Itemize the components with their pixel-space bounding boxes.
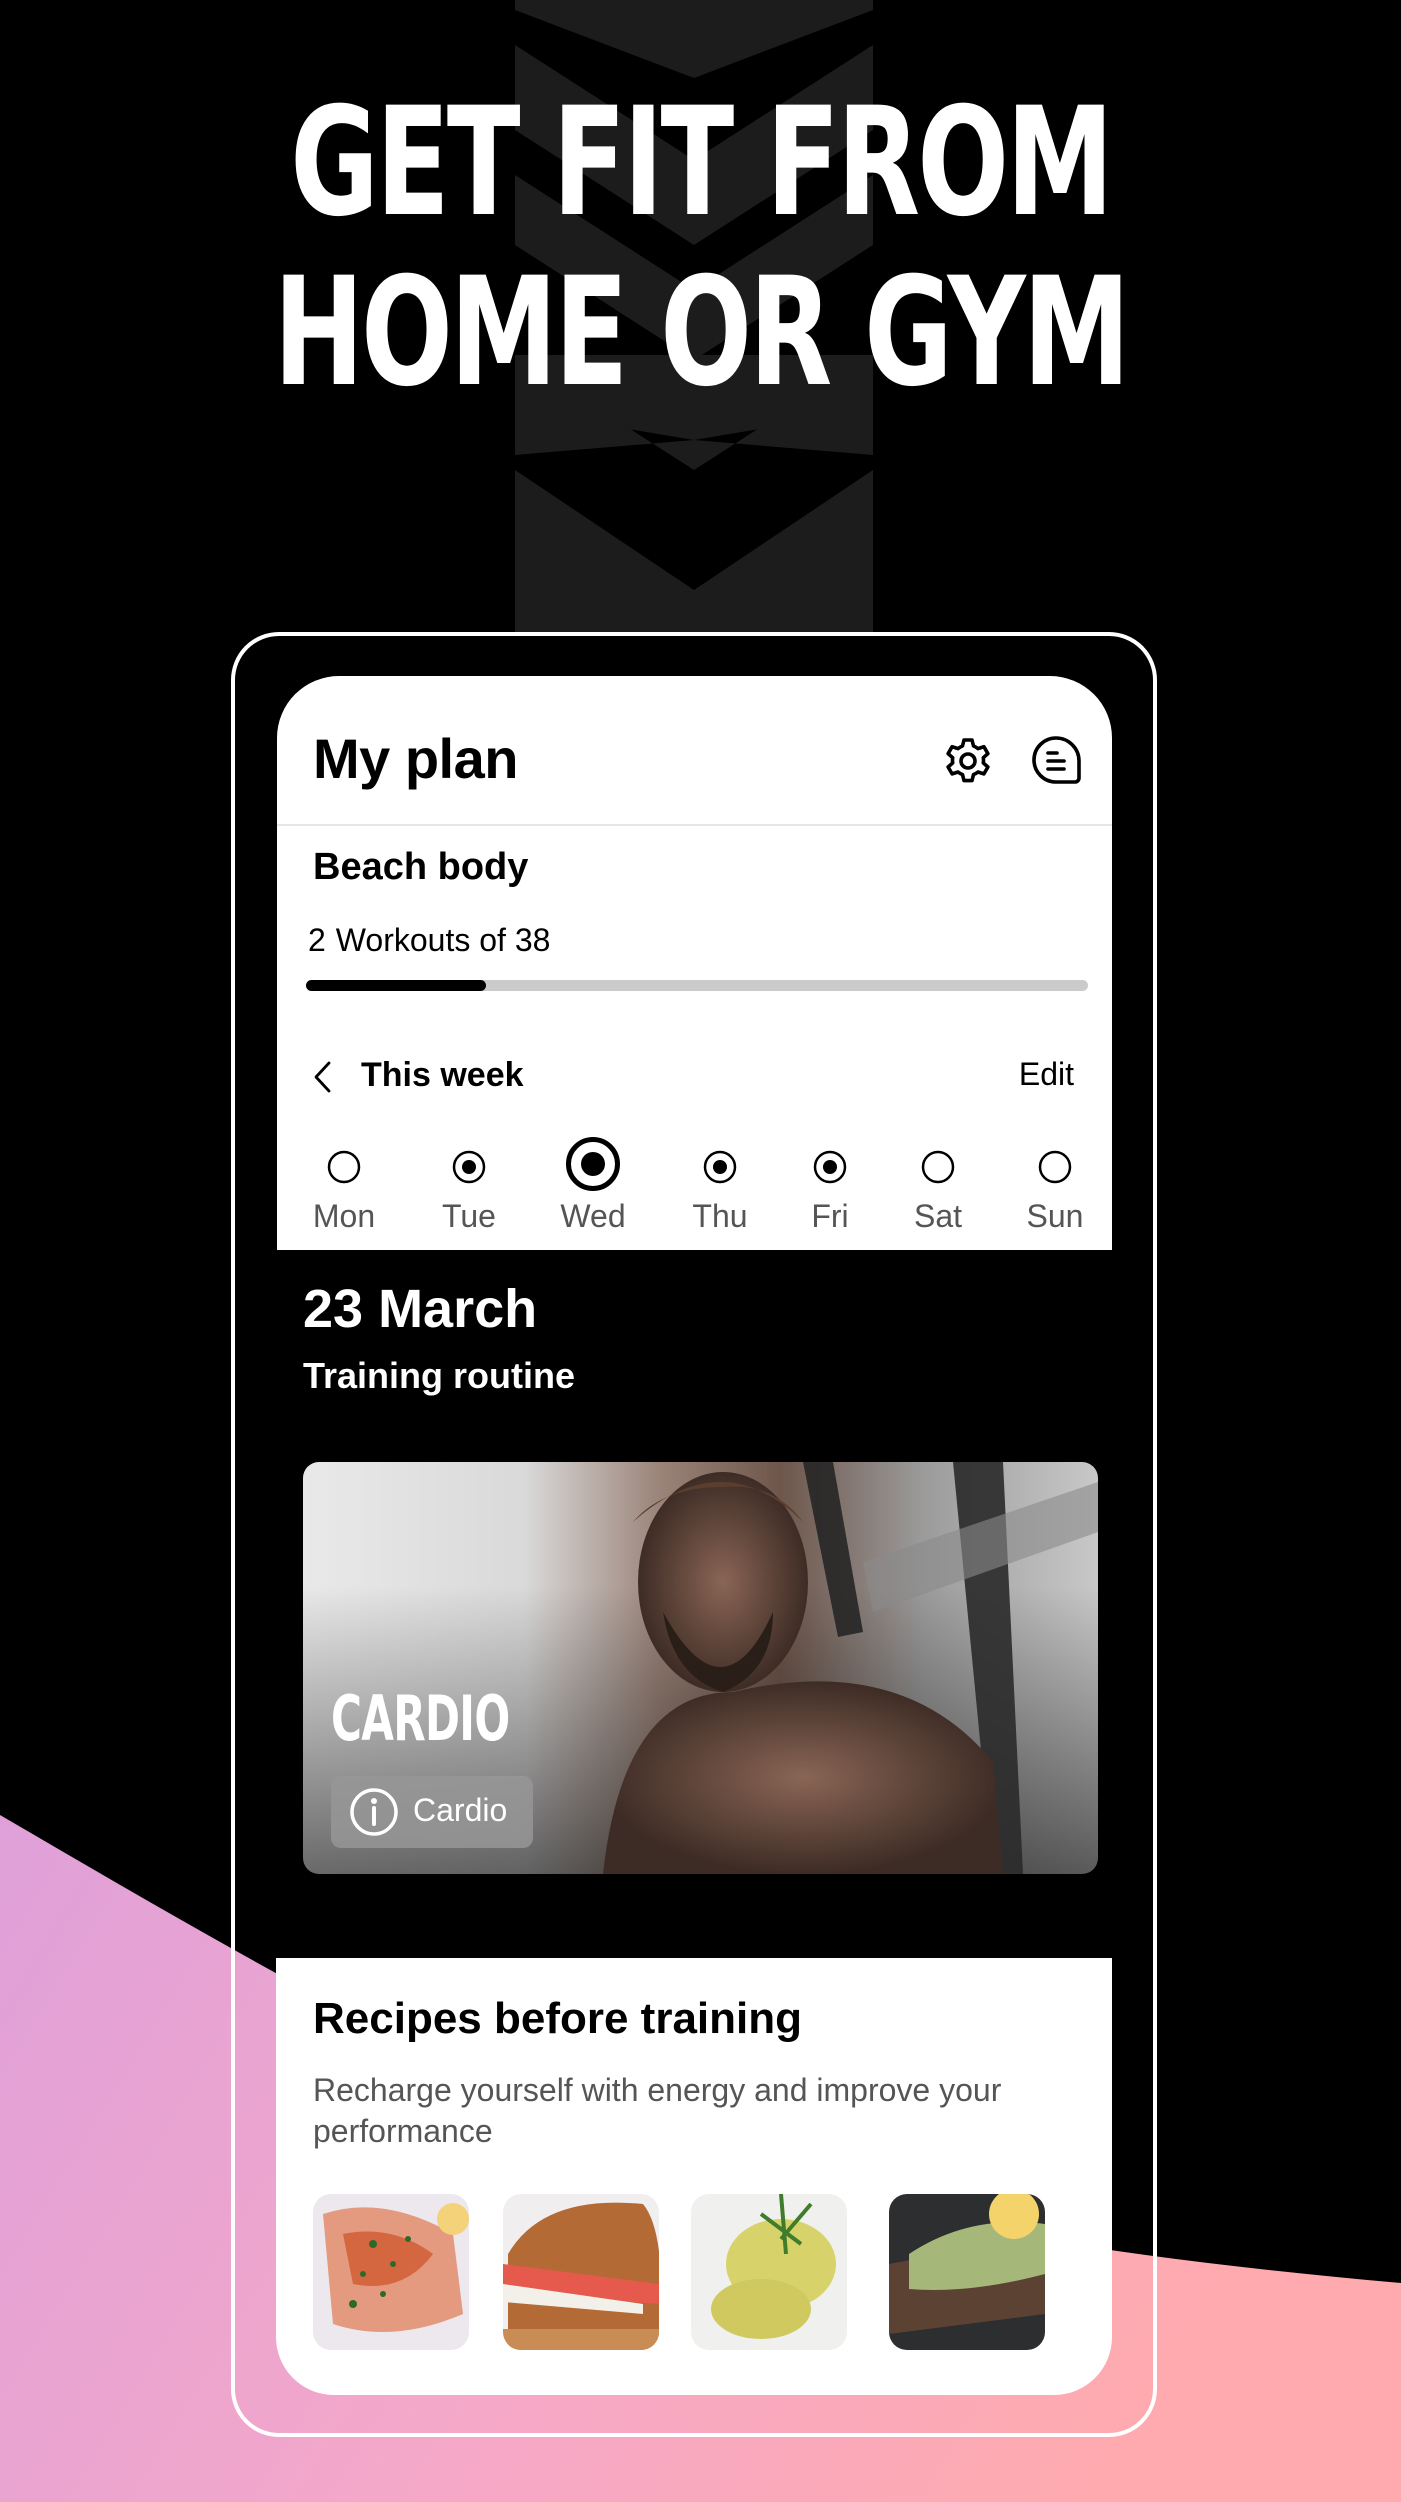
training-routine-heading: Training routine	[303, 1355, 576, 1396]
app-header: My plan	[277, 676, 1112, 826]
workouts-total-text: Workouts of 38	[335, 922, 551, 958]
selected-date: 23 March	[303, 1279, 538, 1339]
day-mon[interactable]: Mon	[294, 1136, 394, 1246]
day-wed[interactable]: Wed	[543, 1136, 643, 1246]
day-label: Fri	[811, 1198, 849, 1234]
headline-line-2: HOME OR GYM	[273, 246, 1131, 420]
radio-dot-icon	[813, 1150, 847, 1184]
day-label: Sun	[1026, 1198, 1084, 1234]
chevron-left-icon[interactable]	[311, 1060, 335, 1094]
fish-dish-image	[313, 2194, 469, 2350]
workout-name: CARDIO	[331, 1682, 510, 1755]
day-thu[interactable]: Thu	[670, 1136, 770, 1246]
plan-name: Beach body	[313, 846, 529, 888]
plan-progress-bar	[306, 980, 1088, 991]
day-fri[interactable]: Fri	[780, 1136, 880, 1246]
week-day-selector: Mon Tue Wed Thu Fri Sat Sun	[277, 1136, 1112, 1246]
chat-menu-button[interactable]	[1029, 734, 1083, 788]
info-icon	[350, 1788, 398, 1836]
avocado-toast-image	[889, 2194, 1045, 2350]
empty-circle-icon	[921, 1150, 955, 1184]
day-sun[interactable]: Sun	[1005, 1136, 1105, 1246]
category-badge[interactable]: Cardio	[331, 1776, 533, 1848]
workout-card[interactable]: CARDIO Cardio	[303, 1462, 1098, 1874]
day-label: Tue	[442, 1198, 496, 1234]
recipes-description: Recharge yourself with energy and improv…	[313, 2072, 1002, 2149]
zucchini-image	[691, 2194, 847, 2350]
headline-line-1: GET FIT FROM	[290, 76, 1113, 250]
settings-button[interactable]	[941, 734, 995, 788]
empty-circle-icon	[327, 1150, 361, 1184]
recipe-thumbnail-avocado-toast[interactable]	[889, 2194, 1045, 2350]
recipe-thumbnail-sandwich[interactable]	[503, 2194, 659, 2350]
category-label: Cardio	[413, 1792, 508, 1828]
recipe-thumbnail-fish[interactable]	[313, 2194, 469, 2350]
day-label: Mon	[312, 1198, 376, 1234]
week-navigation: This week Edit	[277, 1046, 1112, 1106]
day-sat[interactable]: Sat	[888, 1136, 988, 1246]
gear-icon	[946, 738, 990, 783]
plan-card: My plan Beach body 2 Workouts of 38 This …	[277, 676, 1112, 1250]
day-label: Wed	[560, 1198, 626, 1234]
radio-dot-icon	[703, 1150, 737, 1184]
chat-menu-icon	[1032, 736, 1081, 784]
promo-headline: GET FIT FROM HOME OR GYM	[196, 78, 1205, 418]
completed-count: 2	[308, 922, 326, 958]
day-tue[interactable]: Tue	[419, 1136, 519, 1246]
week-label: This week	[361, 1056, 524, 1094]
radio-dot-icon	[566, 1137, 620, 1191]
day-label: Thu	[692, 1198, 748, 1234]
recipe-thumbnail-zucchini[interactable]	[691, 2194, 847, 2350]
recipes-card: Recipes before training Recharge yoursel…	[276, 1958, 1112, 2395]
chevron-shape	[515, 0, 873, 78]
recipes-title: Recipes before training	[313, 1994, 803, 2043]
edit-week-button[interactable]: Edit	[1019, 1056, 1074, 1093]
page-title: My plan	[313, 727, 518, 790]
radio-dot-icon	[452, 1150, 486, 1184]
sandwich-image	[503, 2194, 659, 2350]
plan-progress-fill	[306, 980, 486, 991]
workout-count: 2 Workouts of 38	[308, 922, 550, 959]
day-label: Sat	[913, 1198, 963, 1234]
empty-circle-icon	[1038, 1150, 1072, 1184]
